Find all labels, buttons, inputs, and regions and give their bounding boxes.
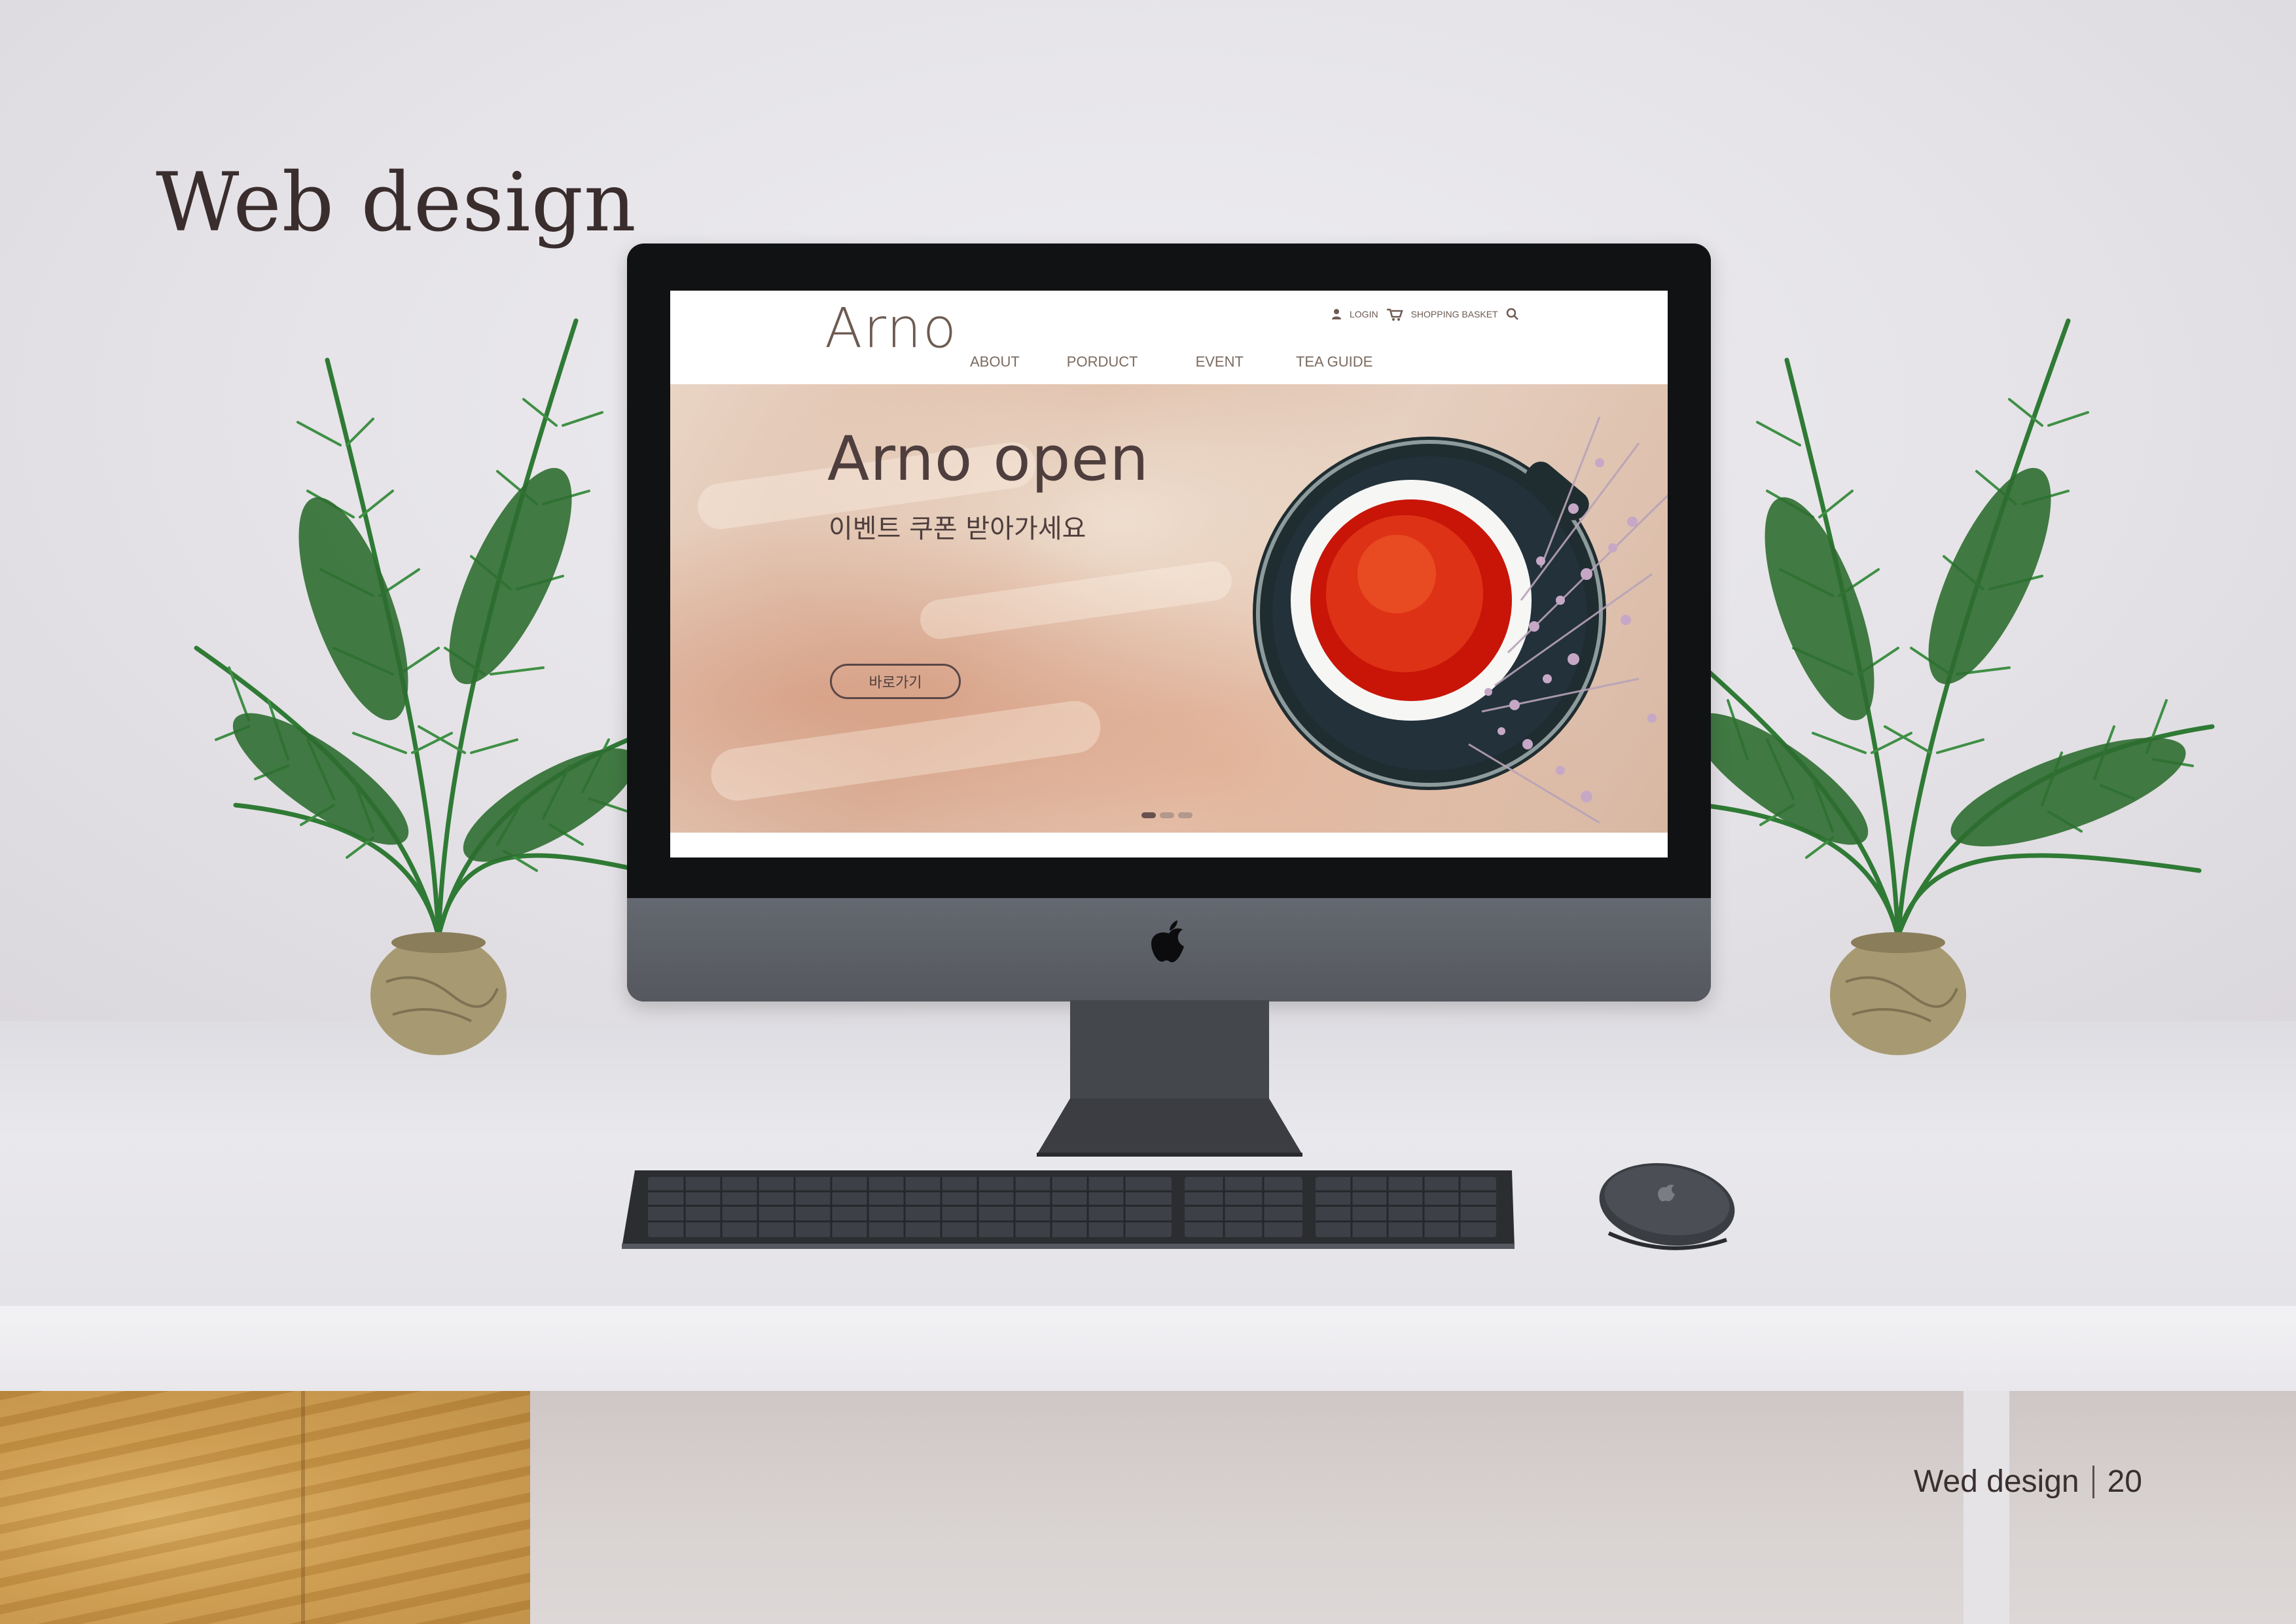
login-link[interactable]: LOGIN [1350, 309, 1378, 319]
monitor-stand [1037, 1000, 1302, 1157]
imac-monitor: Arno LOGIN SHOPPING BASKET ABOUT PORDUCT… [627, 244, 1711, 1001]
slider-dot[interactable] [1141, 812, 1156, 818]
page-number: 20 [2107, 1464, 2142, 1499]
main-nav: ABOUT PORDUCT EVENT TEA GUIDE [970, 353, 1372, 370]
plywood-panel [0, 1391, 530, 1624]
slider-dots [1141, 812, 1193, 818]
keyboard [622, 1170, 1515, 1249]
texture-streak [708, 697, 1104, 804]
teacup-image [1253, 416, 1668, 824]
utility-bar: LOGIN SHOPPING BASKET [1331, 308, 1519, 321]
footer-divider [2092, 1465, 2094, 1498]
slider-dot[interactable] [1178, 812, 1193, 818]
site-logo[interactable]: Arno [825, 296, 958, 360]
potted-palm-left [194, 318, 644, 1055]
texture-streak [918, 558, 1234, 642]
slider-dot[interactable] [1160, 812, 1174, 818]
apple-icon [1151, 920, 1184, 963]
site-header: Arno LOGIN SHOPPING BASKET ABOUT PORDUCT… [670, 291, 1668, 384]
hero-subtitle: 이벤트 쿠폰 받아가세요 [829, 514, 1086, 544]
search-icon[interactable] [1506, 308, 1519, 321]
website-screen: Arno LOGIN SHOPPING BASKET ABOUT PORDUCT… [670, 291, 1668, 857]
footer-label: Wed design [1914, 1464, 2079, 1499]
hero-title: Arno open [827, 424, 1149, 495]
magic-mouse [1599, 1163, 1735, 1250]
hero-banner: Arno open 이벤트 쿠폰 받아가세요 바로가기 [670, 384, 1668, 833]
slide-heading: Web design [156, 156, 637, 250]
slide-footer: Wed design 20 [1914, 1464, 2142, 1500]
desk-leg [1964, 1391, 2009, 1624]
nav-product[interactable]: PORDUCT [1067, 353, 1138, 370]
potted-palm-right [1679, 318, 2215, 1055]
nav-about[interactable]: ABOUT [970, 353, 1020, 370]
cart-icon[interactable] [1386, 308, 1403, 321]
shopping-basket-link[interactable]: SHOPPING BASKET [1411, 309, 1498, 319]
go-now-button[interactable]: 바로가기 [830, 664, 961, 699]
desk-front-edge [0, 1306, 2296, 1391]
user-icon[interactable] [1331, 308, 1342, 320]
nav-event[interactable]: EVENT [1196, 353, 1244, 370]
nav-tea-guide[interactable]: TEA GUIDE [1296, 353, 1372, 370]
plywood-seam [301, 1391, 305, 1624]
